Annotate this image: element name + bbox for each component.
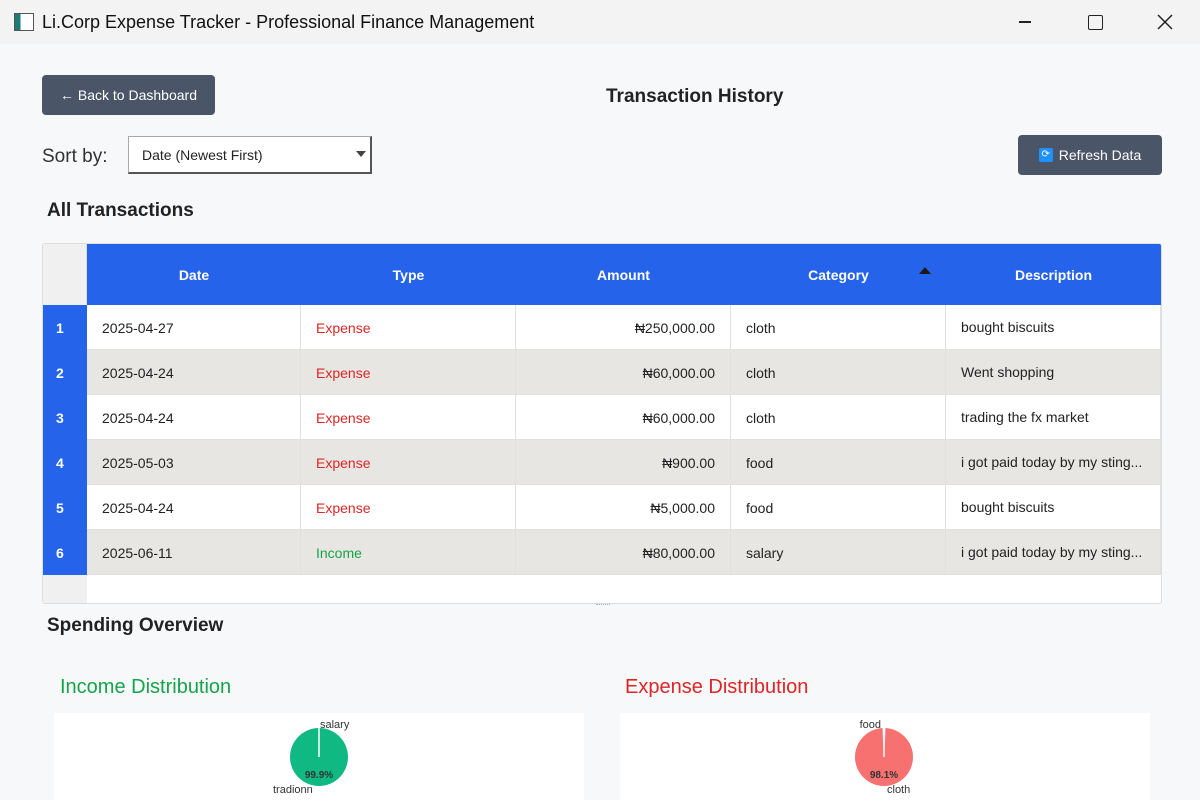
refresh-label: Refresh Data (1058, 147, 1142, 163)
cell-type[interactable]: Expense (301, 305, 516, 350)
maximize-button[interactable] (1060, 0, 1130, 44)
window-titlebar: Li.Corp Expense Tracker - Professional F… (0, 0, 1200, 44)
column-header-category[interactable]: Category (731, 244, 946, 305)
table-row[interactable]: 2025-04-27 Expense ₦250,000.00 cloth bought … (87, 305, 1161, 350)
table-row[interactable]: 2025-04-24 Expense ₦60,000.00 cloth Went sho… (87, 350, 1161, 395)
table-header: Date Type Amount Category Description (87, 244, 1161, 305)
row-number[interactable]: 5 (43, 485, 87, 530)
income-pie-chart: salary tradionn 99.9% (54, 713, 584, 800)
refresh-data-button[interactable]: ⟳ Refresh Data (1018, 135, 1162, 175)
cell-amount[interactable]: ₦250,000.00 (516, 305, 731, 350)
row-number[interactable]: 1 (43, 305, 87, 350)
expense-pie-chart: food cloth 98.1% (620, 713, 1150, 800)
cell-category[interactable]: food (731, 485, 946, 530)
cell-amount[interactable]: ₦80,000.00 (516, 530, 731, 575)
table-row[interactable]: 2025-06-11 Income ₦80,000.00 salary i got pa… (87, 530, 1161, 575)
table-row[interactable]: 2025-04-24 Expense ₦60,000.00 cloth trading … (87, 395, 1161, 440)
cell-description[interactable]: i got paid today by my sting... (946, 440, 1161, 485)
cell-description[interactable]: trading the fx market (946, 395, 1161, 440)
chevron-down-icon (356, 151, 366, 157)
cell-type[interactable]: Income (301, 530, 516, 575)
row-number[interactable]: 2 (43, 350, 87, 395)
splitter-grip[interactable] (596, 604, 610, 607)
column-header-description[interactable]: Description (946, 244, 1161, 305)
table-corner[interactable] (43, 244, 87, 305)
pie-label-bottom: cloth (887, 784, 910, 796)
sort-label: Sort by: (42, 146, 108, 167)
cell-type[interactable]: Expense (301, 440, 516, 485)
spending-overview-heading: Spending Overview (47, 615, 224, 636)
cell-date[interactable]: 2025-06-11 (87, 530, 301, 575)
cell-type[interactable]: Expense (301, 485, 516, 530)
row-number-filler (43, 575, 87, 603)
cell-amount[interactable]: ₦900.00 (516, 440, 731, 485)
table-row[interactable]: 2025-04-24 Expense ₦5,000.00 food bought bis… (87, 485, 1161, 530)
pie-percent-label: 98.1% (870, 770, 898, 781)
expense-distribution-title: Expense Distribution (625, 676, 809, 698)
row-number[interactable]: 4 (43, 440, 87, 485)
page-title: Transaction History (606, 86, 784, 107)
window-title: Li.Corp Expense Tracker - Professional F… (42, 12, 535, 32)
cell-date[interactable]: 2025-04-24 (87, 485, 301, 530)
cell-amount[interactable]: ₦5,000.00 (516, 485, 731, 530)
cell-date[interactable]: 2025-04-27 (87, 305, 301, 350)
cell-description[interactable]: bought biscuits (946, 305, 1161, 350)
cell-category[interactable]: salary (731, 530, 946, 575)
cell-amount[interactable]: ₦60,000.00 (516, 395, 731, 440)
sort-ascending-icon (919, 267, 931, 274)
pie-label-top: salary (320, 719, 350, 731)
app-window-icon (14, 13, 34, 31)
cell-description[interactable]: Went shopping (946, 350, 1161, 395)
refresh-icon: ⟳ (1038, 148, 1053, 162)
cell-description[interactable]: i got paid today by my sting... (946, 530, 1161, 575)
cell-description[interactable]: bought biscuits (946, 485, 1161, 530)
close-icon (1157, 14, 1173, 30)
pie-percent-label: 99.9% (305, 770, 333, 781)
column-header-category-label: Category (808, 266, 869, 283)
cell-type[interactable]: Expense (301, 350, 516, 395)
pie-label-top: food (860, 719, 881, 731)
cell-category[interactable]: cloth (731, 350, 946, 395)
transactions-table[interactable]: Date Type Amount Category Description 12… (42, 243, 1162, 604)
cell-date[interactable]: 2025-04-24 (87, 395, 301, 440)
sort-select[interactable]: Date (Newest First) (128, 136, 372, 174)
cell-type[interactable]: Expense (301, 395, 516, 440)
income-distribution-title: Income Distribution (60, 676, 232, 698)
all-transactions-heading: All Transactions (47, 200, 194, 221)
minimize-button[interactable] (990, 0, 1060, 44)
cell-category[interactable]: cloth (731, 305, 946, 350)
table-row[interactable]: 2025-05-03 Expense ₦900.00 food i got paid t… (87, 440, 1161, 485)
cell-date[interactable]: 2025-04-24 (87, 350, 301, 395)
row-number[interactable]: 3 (43, 395, 87, 440)
cell-category[interactable]: food (731, 440, 946, 485)
row-number-column: 123456 (43, 305, 87, 575)
cell-category[interactable]: cloth (731, 395, 946, 440)
table-body: 2025-04-27 Expense ₦250,000.00 cloth bought … (87, 305, 1161, 575)
close-button[interactable] (1130, 0, 1200, 44)
cell-amount[interactable]: ₦60,000.00 (516, 350, 731, 395)
column-header-date[interactable]: Date (87, 244, 301, 305)
column-header-type[interactable]: Type (301, 244, 516, 305)
cell-date[interactable]: 2025-05-03 (87, 440, 301, 485)
minimize-icon (1019, 21, 1031, 23)
sort-select-value: Date (Newest First) (142, 146, 263, 163)
row-number[interactable]: 6 (43, 530, 87, 575)
pie-label-bottom: tradionn (273, 784, 313, 796)
back-to-dashboard-button[interactable]: ← Back to Dashboard (42, 75, 215, 115)
maximize-icon (1087, 14, 1103, 30)
column-header-amount[interactable]: Amount (516, 244, 731, 305)
